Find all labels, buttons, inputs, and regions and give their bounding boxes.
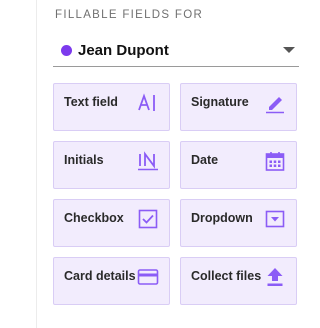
field-date[interactable]: Date	[180, 141, 297, 189]
field-signature[interactable]: Signature	[180, 83, 297, 131]
checkbox-icon	[138, 209, 158, 229]
section-title: FILLABLE FIELDS FOR	[55, 9, 204, 21]
field-card-details[interactable]: Card details	[53, 257, 170, 305]
text-field-icon	[138, 93, 155, 111]
field-label: Date	[191, 153, 219, 167]
recipient-name: Jean Dupont	[78, 41, 169, 59]
field-label: Signature	[191, 95, 249, 109]
field-checkbox[interactable]: Checkbox	[53, 199, 170, 247]
calendar-icon	[265, 152, 285, 171]
initials-icon	[138, 151, 158, 171]
field-label: Checkbox	[64, 211, 124, 225]
field-label: Initials	[64, 153, 104, 167]
left-sidebar	[0, 0, 37, 328]
chevron-down-icon	[283, 47, 295, 53]
field-collect-files[interactable]: Collect files	[180, 257, 297, 305]
recipient-color-dot	[61, 44, 72, 56]
upload-icon	[267, 268, 283, 286]
field-dropdown[interactable]: Dropdown	[180, 199, 297, 247]
dropdown-icon	[265, 210, 285, 228]
field-label: Dropdown	[191, 211, 253, 225]
field-initials[interactable]: Initials	[53, 141, 170, 189]
fillable-fields-panel: FILLABLE FIELDS FOR Jean Dupont Text fie…	[53, 0, 303, 328]
field-label: Collect files	[191, 269, 262, 283]
recipient-select[interactable]: Jean Dupont	[53, 34, 299, 67]
field-label: Text field	[64, 95, 118, 109]
pen-icon	[266, 97, 284, 114]
field-text-field[interactable]: Text field	[53, 83, 170, 131]
credit-card-icon	[137, 269, 159, 285]
field-label: Card details	[64, 269, 136, 283]
